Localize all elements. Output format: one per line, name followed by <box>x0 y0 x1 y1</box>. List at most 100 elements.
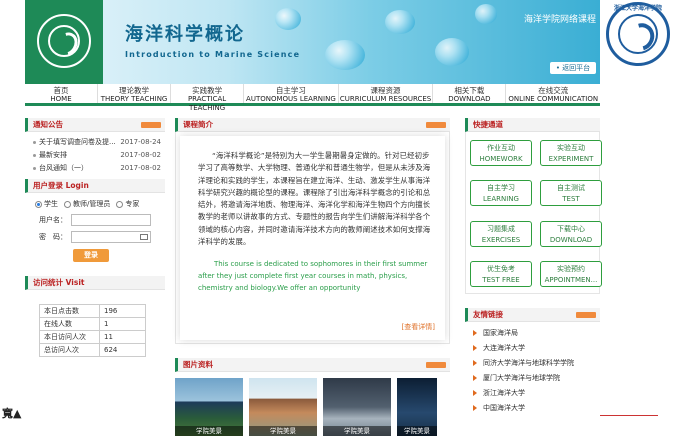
more-button[interactable] <box>141 122 161 128</box>
water-drop-decoration <box>385 10 415 34</box>
arrow-right-icon <box>473 375 477 381</box>
radio-icon <box>116 200 124 208</box>
stat-key: 本日访问人次 <box>39 330 100 344</box>
intro-card: “海洋科学概论”是特别为大一学生暑期暑身定做的。针对已经初步学习了高等数学、大学… <box>180 136 445 340</box>
friend-link[interactable]: 中国海洋大学 <box>465 401 600 416</box>
school-logo[interactable] <box>25 0 103 84</box>
password-label: 密 码： <box>39 233 67 241</box>
nav-label-cn: 在线交流 <box>538 86 569 95</box>
notice-item[interactable]: 台风通知（一） 2017-08-02 <box>25 162 165 175</box>
login-button[interactable]: 登录 <box>73 249 109 262</box>
username-row: 用户名： <box>25 209 165 226</box>
bullet-icon <box>33 140 36 144</box>
notice-text: 关于填写调查问卷及提... <box>39 138 116 146</box>
test-free-button[interactable]: 优生免考 TEST FREE <box>470 260 532 287</box>
stat-key: 在线人数 <box>39 317 100 331</box>
notice-item[interactable]: 最新安排 2017-08-02 <box>25 149 165 162</box>
keyboard-icon[interactable] <box>140 234 148 240</box>
arrow-right-icon <box>473 360 477 366</box>
nav-label-en: ONLINE COMMUNICATION <box>508 95 599 103</box>
role-expert[interactable]: 专家 <box>116 199 139 209</box>
nav-theory-teaching[interactable]: 理论教学 THEORY TEACHING <box>98 84 172 103</box>
table-row: 本日访问人次 11 <box>39 330 146 344</box>
campus-photo[interactable]: 学院美景 <box>175 378 243 436</box>
nav-download[interactable]: 相关下载 DOWNLOAD <box>433 84 507 103</box>
nav-online-communication[interactable]: 在线交流 ONLINE COMMUNICATION <box>506 84 600 103</box>
more-button[interactable] <box>426 122 446 128</box>
notice-item[interactable]: 关于填写调查问卷及提... 2017-08-24 <box>25 136 165 149</box>
link-label: 厦门大学海洋与地球学院 <box>483 374 560 382</box>
wave-logo-icon <box>618 14 658 54</box>
friend-link[interactable]: 同济大学海洋与地球科学学院 <box>465 356 600 371</box>
notice-text: 台风通知（一） <box>39 164 88 172</box>
notice-text: 最新安排 <box>39 151 67 159</box>
q-label-en: TEST FREE <box>482 275 520 284</box>
q-label-en: LEARNING <box>483 195 519 204</box>
stats-header: 访问统计 Visit <box>25 276 165 290</box>
experiment-button[interactable]: 实验互动 EXPERIMENT <box>540 140 602 166</box>
nav-label-cn: 课程资源 <box>370 86 401 95</box>
intro-box: “海洋科学概论”是特别为大一学生暑期暑身定做的。针对已经初步学习了高等数学、大学… <box>175 132 450 344</box>
water-drop-decoration <box>325 40 365 70</box>
q-label-en: EXPERIMENT <box>548 155 594 163</box>
radio-icon <box>64 200 71 208</box>
role-label: 学生 <box>44 200 58 208</box>
intro-title: 课程简介 <box>183 120 213 129</box>
q-label-cn: 实验预约 <box>557 264 585 273</box>
learning-button[interactable]: 自主学习 LEARNING <box>470 180 532 207</box>
stat-value: 1 <box>99 317 146 331</box>
nav-practical-teaching[interactable]: 实践教学 PRACTICAL TEACHING <box>171 84 245 112</box>
campus-photo[interactable]: 学院美景 <box>249 378 317 436</box>
homework-button[interactable]: 作业互动 HOMEWORK <box>470 140 532 166</box>
exercises-button[interactable]: 习题集成 EXERCISES <box>470 220 532 247</box>
notice-date: 2017-08-02 <box>120 164 161 172</box>
q-label-cn: 优生免考 <box>487 264 515 273</box>
password-input[interactable] <box>71 231 151 243</box>
password-row: 密 码： <box>25 226 165 243</box>
link-label: 大连海洋大学 <box>483 344 525 352</box>
q-label-en: DOWNLOAD <box>549 235 593 244</box>
nav-home[interactable]: 首页 HOME <box>25 84 99 103</box>
water-drop-decoration <box>475 4 497 24</box>
campus-photo[interactable]: 学院美景 <box>397 378 437 436</box>
notice-date: 2017-08-02 <box>120 151 161 159</box>
more-button[interactable] <box>426 362 446 368</box>
photo-carousel: 学院美景 学院美景 学院美景 学院美景 <box>175 378 450 436</box>
bullet-icon <box>33 153 36 157</box>
photo-caption: 学院美景 <box>397 426 437 436</box>
friend-link[interactable]: 国家海洋局 <box>465 326 600 341</box>
username-input[interactable] <box>71 214 151 226</box>
visit-stats-panel: 访问统计 Visit 本日点击数 196 在线人数 1 本日访问人次 11 总访问人次… <box>25 276 165 357</box>
login-title: 用户登录 Login <box>33 181 89 190</box>
role-student[interactable]: 学生 <box>35 199 58 209</box>
notice-list: 关于填写调查问卷及提... 2017-08-24 最新安排 2017-08-02 台… <box>25 132 165 175</box>
notice-date: 2017-08-24 <box>120 138 161 146</box>
friend-link[interactable]: 大连海洋大学 <box>465 341 600 356</box>
arrow-right-icon <box>473 330 477 336</box>
stats-title: 访问统计 Visit <box>33 278 85 287</box>
role-teacher[interactable]: 教师/管理员 <box>64 199 110 209</box>
nav-curriculum-resources[interactable]: 课程资源 CURRICULUM RESOURCES <box>339 84 434 103</box>
course-title: 海洋科学概论 <box>125 24 245 45</box>
return-platform-button[interactable]: • 返回平台 <box>550 62 596 74</box>
nav-label-en: CURRICULUM RESOURCES <box>339 95 432 103</box>
corner-text: 寬▲ <box>2 407 22 420</box>
nav-autonomous-learning[interactable]: 自主学习 AUTONOMOUS LEARNING <box>244 84 339 103</box>
download-button[interactable]: 下载中心 DOWNLOAD <box>540 220 602 247</box>
username-label: 用户名： <box>39 216 67 224</box>
friend-link[interactable]: 浙江海洋大学 <box>465 386 600 401</box>
friend-link[interactable]: 厦门大学海洋与地球学院 <box>465 371 600 386</box>
more-button[interactable] <box>576 312 596 318</box>
left-column: 通知公告 关于填写调查问卷及提... 2017-08-24 最新安排 2017-08… <box>25 118 165 357</box>
university-seal-logo: 浙江大学海洋学院 <box>606 2 670 66</box>
water-drop-decoration <box>435 38 469 66</box>
campus-photo[interactable]: 学院美景 <box>323 378 391 436</box>
test-button[interactable]: 自主测试 TEST <box>540 180 602 207</box>
nav-label-cn: 相关下载 <box>454 86 485 95</box>
course-title-english: Introduction to Marine Science <box>125 50 301 59</box>
appointment-button[interactable]: 实验预约 APPOINTMEN... <box>540 260 602 287</box>
quick-title: 快捷通道 <box>473 120 503 129</box>
q-label-en: APPOINTMEN... <box>544 275 598 284</box>
center-column: 课程简介 “海洋科学概论”是特别为大一学生暑期暑身定做的。针对已经初步学习了高等… <box>175 118 450 436</box>
view-details-link[interactable]: [查看详情] <box>402 322 435 332</box>
